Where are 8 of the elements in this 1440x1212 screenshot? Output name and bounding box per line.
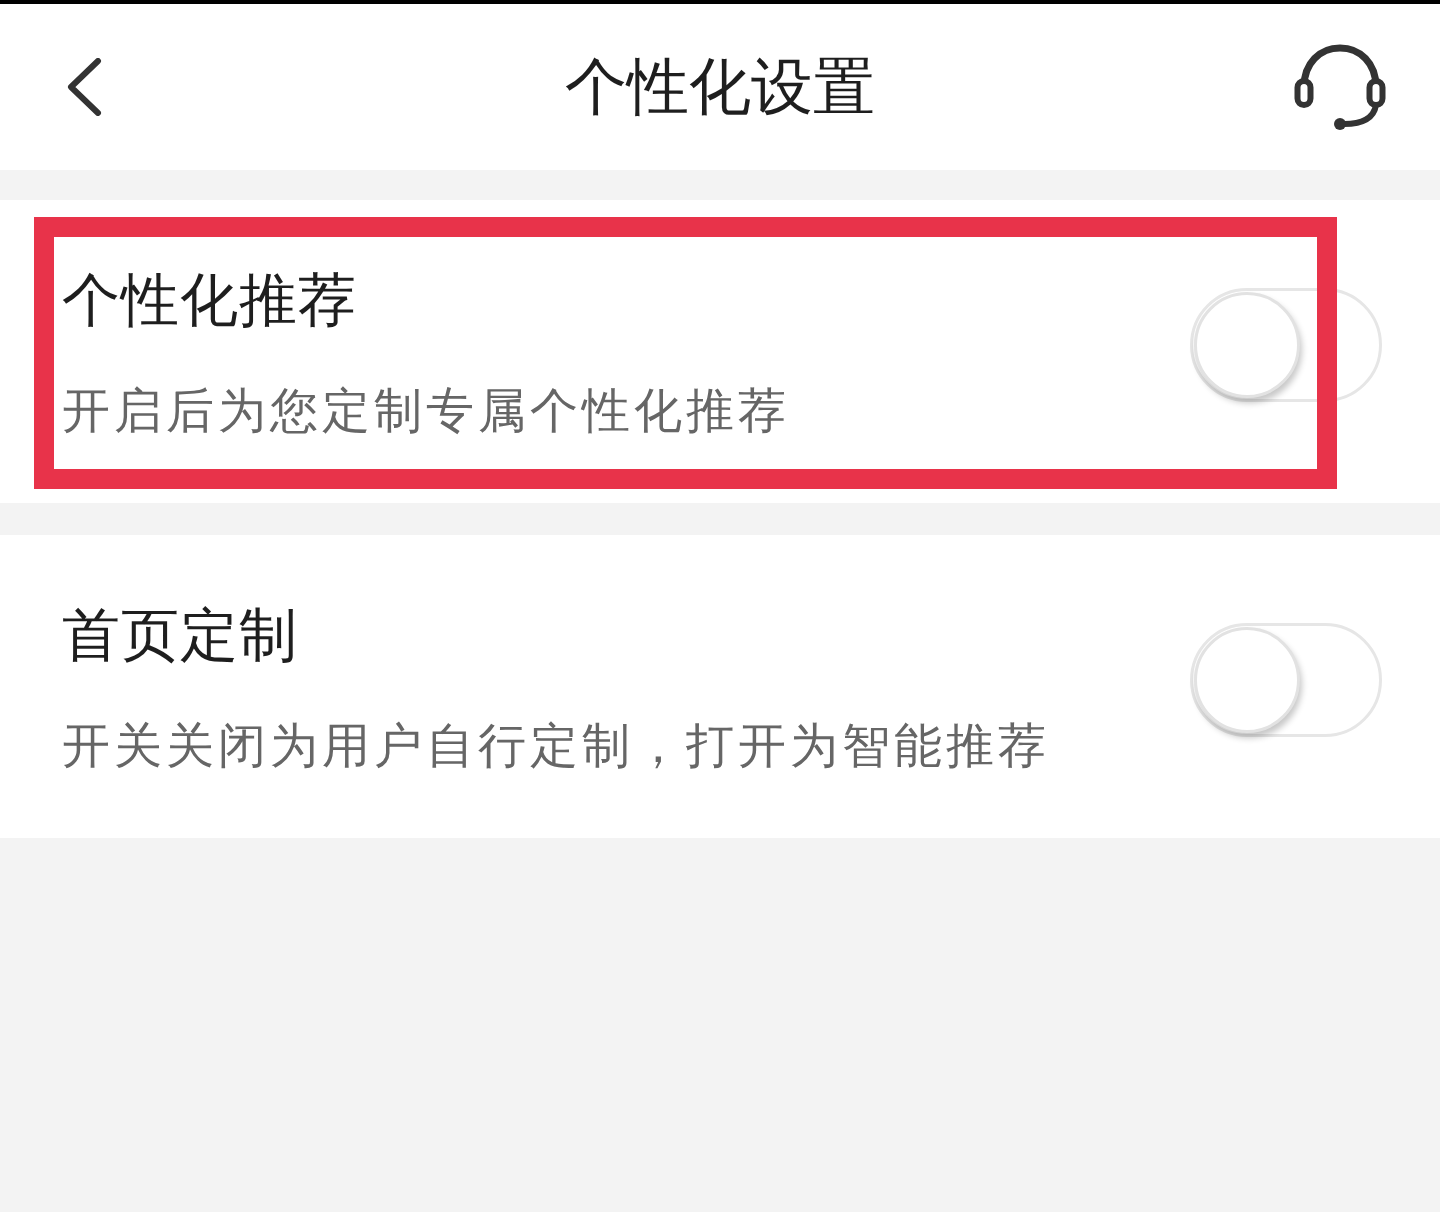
setting-title: 个性化推荐 bbox=[62, 265, 357, 335]
setting-description: 开启后为您定制专属个性化推荐 bbox=[62, 381, 790, 439]
page-title: 个性化设置 bbox=[565, 49, 875, 125]
headset-icon bbox=[1294, 43, 1386, 131]
setting-description: 开关关闭为用户自行定制，打开为智能推荐 bbox=[62, 716, 1050, 774]
customer-service-button[interactable] bbox=[1294, 43, 1386, 131]
setting-title: 首页定制 bbox=[62, 600, 298, 670]
chevron-left-icon bbox=[66, 58, 102, 116]
